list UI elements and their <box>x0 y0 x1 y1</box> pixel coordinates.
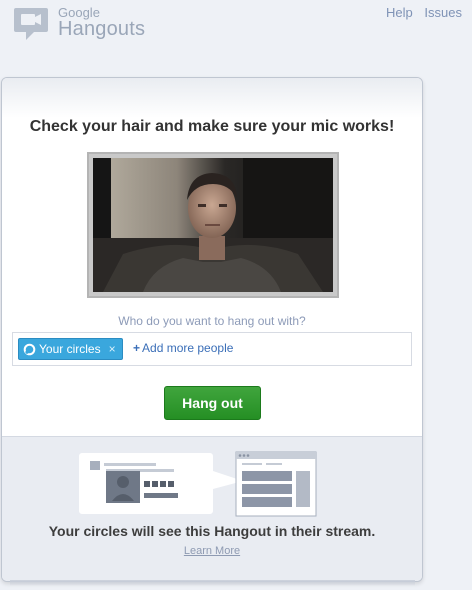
hangouts-logo[interactable]: Google Hangouts <box>14 3 154 43</box>
invite-question: Who do you want to hang out with? <box>118 314 306 328</box>
hangouts-video-icon <box>14 8 48 40</box>
issues-link[interactable]: Issues <box>424 5 462 20</box>
learn-more-link[interactable]: Learn More <box>2 545 422 557</box>
camera-preview <box>93 158 333 292</box>
card-shadow <box>10 580 415 586</box>
chip-label: Your circles <box>39 342 101 356</box>
stream-illustration <box>79 451 317 517</box>
page-title: Check your hair and make sure your mic w… <box>29 118 395 135</box>
hangout-setup-card: Check your hair and make sure your mic w… <box>1 77 423 582</box>
plus-icon: + <box>133 341 141 355</box>
circles-icon <box>23 343 36 355</box>
people-input[interactable]: Your circles × + Add more people <box>12 332 412 366</box>
hang-out-button[interactable]: Hang out <box>164 386 261 420</box>
logo-hangouts-text: Hangouts <box>58 18 146 40</box>
top-links: Help Issues <box>378 5 462 20</box>
camera-preview-image <box>93 158 333 292</box>
card-header-shade <box>2 78 422 118</box>
stream-visibility-text: Your circles will see this Hangout in th… <box>48 523 376 539</box>
add-more-people-link[interactable]: + Add more people <box>133 341 233 355</box>
help-link[interactable]: Help <box>386 5 413 20</box>
camera-preview-frame <box>87 152 339 298</box>
add-more-label: Add more people <box>142 341 234 355</box>
circle-chip-your-circles[interactable]: Your circles × <box>18 338 123 360</box>
chip-remove-icon[interactable]: × <box>109 339 116 359</box>
stream-info-panel: Your circles will see this Hangout in th… <box>2 436 422 581</box>
top-bar: Google Hangouts Help Issues <box>0 0 472 48</box>
